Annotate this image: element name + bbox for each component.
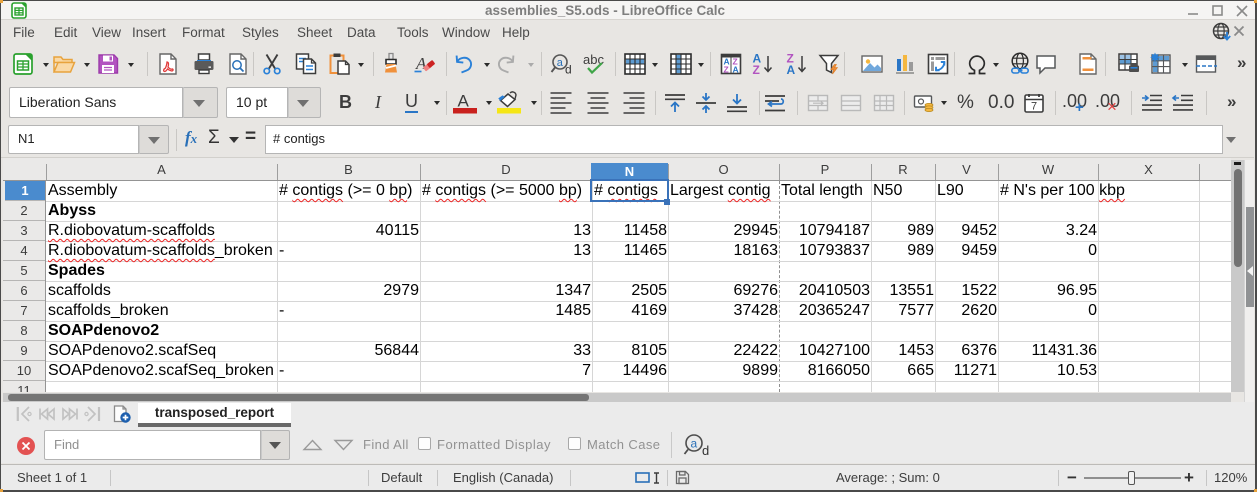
svg-text:A: A [733,65,739,75]
svg-text:d: d [702,443,709,458]
svg-text:a: a [557,57,564,69]
svg-text:Z: Z [753,63,760,76]
svg-text:a: a [691,437,698,451]
svg-text:d: d [565,63,572,77]
svg-text:A: A [787,63,796,76]
svg-text:7: 7 [1031,101,1037,113]
svg-text:A: A [458,92,470,111]
svg-text:Z: Z [724,65,729,75]
